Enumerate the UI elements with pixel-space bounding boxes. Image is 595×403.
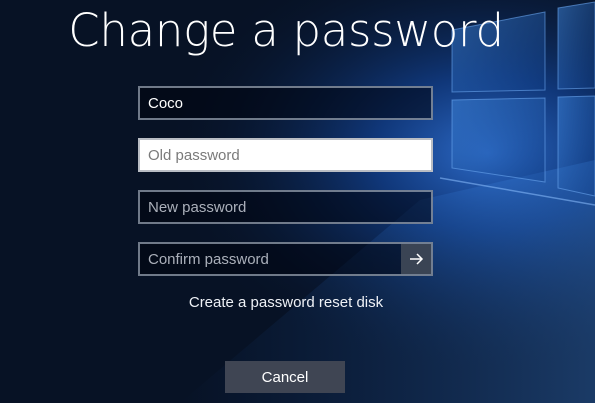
arrow-right-icon bbox=[410, 253, 424, 265]
create-reset-disk-link[interactable]: Create a password reset disk bbox=[0, 294, 572, 311]
old-password-field[interactable] bbox=[138, 138, 433, 172]
confirm-password-row bbox=[138, 242, 433, 276]
confirm-password-field[interactable] bbox=[138, 242, 433, 276]
page-title: Change a password bbox=[68, 4, 504, 57]
cancel-button[interactable]: Cancel bbox=[225, 361, 345, 393]
username-field[interactable] bbox=[138, 86, 433, 120]
new-password-field[interactable] bbox=[138, 190, 433, 224]
submit-button[interactable] bbox=[401, 244, 431, 274]
